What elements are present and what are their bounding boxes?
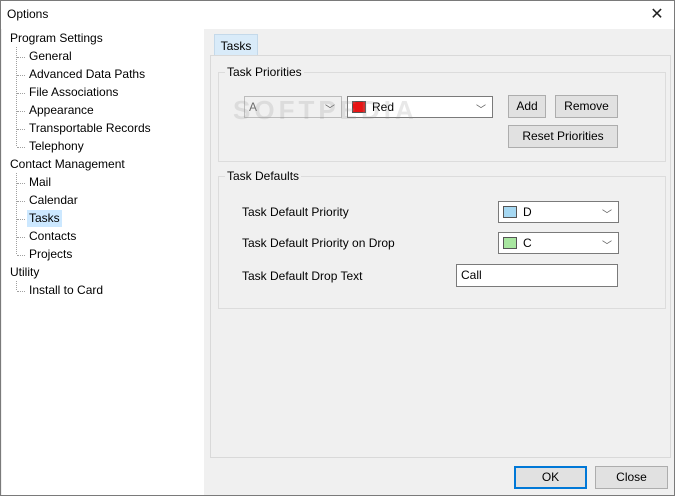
default-priority-value: D <box>523 205 532 219</box>
tree-connector-line <box>17 147 25 148</box>
tree-connector-line <box>17 57 25 58</box>
tree-item-calendar[interactable]: Calendar <box>27 192 80 209</box>
tree-group-item[interactable]: Contact Management <box>8 156 127 173</box>
tree-item-advanced-data-paths[interactable]: Advanced Data Paths <box>27 66 147 83</box>
drop-text-field[interactable]: Call <box>456 264 618 287</box>
title-bar: Options ✕ <box>1 1 674 29</box>
chevron-down-icon: ﹀ <box>476 105 486 116</box>
window-title: Options <box>7 7 49 21</box>
task-defaults-title: Task Defaults <box>225 169 302 183</box>
default-priority-label: Task Default Priority <box>242 205 349 219</box>
tree-item-general[interactable]: General <box>27 48 74 65</box>
color-swatch-icon <box>503 206 517 218</box>
tree-item-projects[interactable]: Projects <box>27 246 74 263</box>
tree-connector-line <box>17 75 25 76</box>
tree-item-telephony[interactable]: Telephony <box>27 138 86 155</box>
drop-priority-select[interactable]: C ﹀ <box>498 232 619 254</box>
task-priorities-title: Task Priorities <box>225 65 304 79</box>
tree-connector-line <box>17 219 25 220</box>
tree-item-mail[interactable]: Mail <box>27 174 53 191</box>
color-swatch-icon <box>503 237 517 249</box>
tree-item-appearance[interactable]: Appearance <box>27 102 96 119</box>
tree-connector-line <box>17 93 25 94</box>
tree-item-file-associations[interactable]: File Associations <box>27 84 120 101</box>
default-priority-select[interactable]: D ﹀ <box>498 201 619 223</box>
close-button[interactable]: Close <box>595 466 668 489</box>
chevron-down-icon: ﹀ <box>602 241 612 252</box>
tree-group-item[interactable]: Program Settings <box>8 30 105 47</box>
tree-item-contacts[interactable]: Contacts <box>27 228 78 245</box>
tree-connector-line <box>17 237 25 238</box>
chevron-down-icon: ﹀ <box>602 210 612 221</box>
close-icon[interactable]: ✕ <box>646 4 668 26</box>
tree-connector-line <box>17 291 25 292</box>
drop-text-label: Task Default Drop Text <box>242 269 363 283</box>
add-priority-button[interactable]: Add <box>508 95 546 118</box>
reset-priorities-button[interactable]: Reset Priorities <box>508 125 618 148</box>
tree-item-transportable-records[interactable]: Transportable Records <box>27 120 153 137</box>
tree-connector-line <box>17 255 25 256</box>
drop-priority-label: Task Default Priority on Drop <box>242 236 395 250</box>
tree-item-install-to-card[interactable]: Install to Card <box>27 282 105 299</box>
remove-priority-button[interactable]: Remove <box>555 95 618 118</box>
drop-priority-value: C <box>523 236 532 250</box>
tree-connector-line <box>17 111 25 112</box>
tree-item-tasks[interactable]: Tasks <box>27 210 62 227</box>
tree-connector-line <box>17 183 25 184</box>
options-window: Options ✕ Program Settings General Advance… <box>0 0 675 496</box>
tree-connector-line <box>16 47 17 146</box>
tree-connector-line <box>16 173 17 254</box>
tree-group-item[interactable]: Utility <box>8 264 41 281</box>
settings-tree: Program Settings General Advanced Data Pat… <box>2 29 204 495</box>
tree-connector-line <box>16 281 17 290</box>
ok-button[interactable]: OK <box>514 466 587 489</box>
watermark: SOFTPEDIA <box>233 95 418 125</box>
tree-connector-line <box>17 201 25 202</box>
tree-connector-line <box>17 129 25 130</box>
tab-tasks[interactable]: Tasks <box>214 34 258 56</box>
